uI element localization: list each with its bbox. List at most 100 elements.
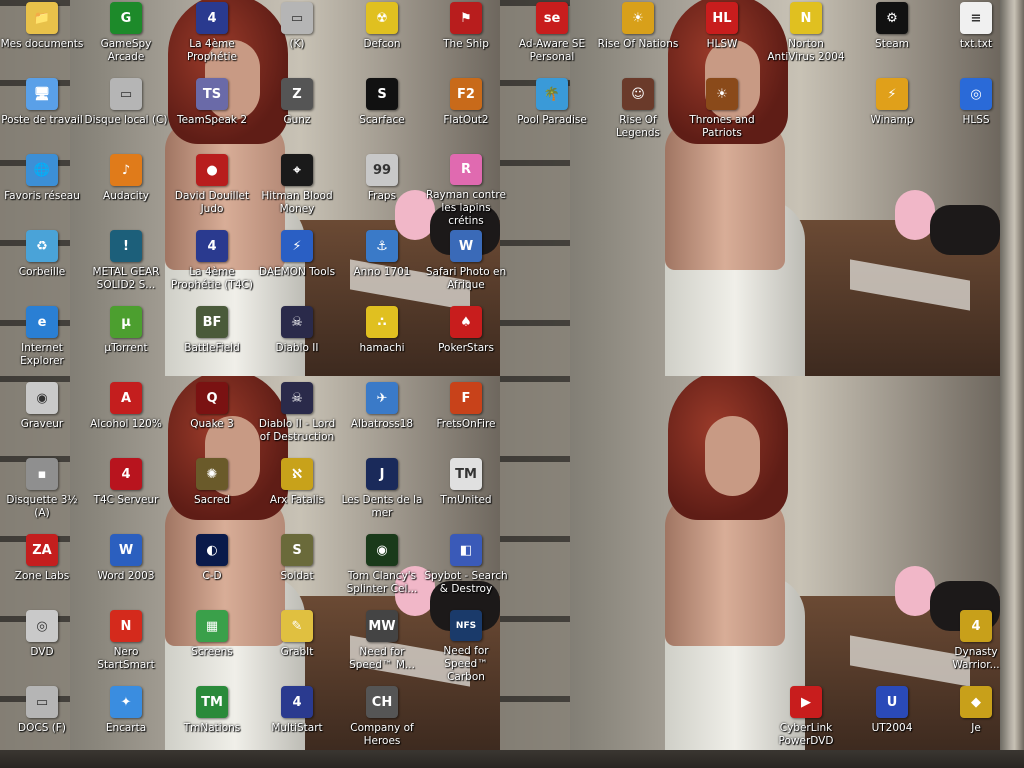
cd-game-icon: ◐: [196, 534, 228, 566]
desktop-shortcut[interactable]: S Soldat: [255, 532, 339, 608]
desktop-shortcut[interactable]: ▭ Disque local (C): [84, 76, 168, 152]
recycle-bin-icon: ♻: [26, 230, 58, 262]
network-icon: 🌐: [26, 154, 58, 186]
desktop-shortcut[interactable]: ⚡ DAEMON Tools: [255, 228, 339, 304]
desktop-shortcut[interactable]: W Word 2003: [84, 532, 168, 608]
desktop-shortcut[interactable]: 🖥 Poste de travail: [0, 76, 84, 152]
desktop-shortcut[interactable]: ✈ Albatross18: [340, 380, 424, 456]
desktop-shortcut[interactable]: ▶ CyberLink PowerDVD: [764, 684, 848, 760]
desktop-shortcut[interactable]: ✺ Sacred: [170, 456, 254, 532]
desktop-shortcut[interactable]: ☢ Defcon: [340, 0, 424, 76]
desktop-shortcut[interactable]: ◆ Je: [934, 684, 1018, 760]
desktop-shortcut[interactable]: ✦ Encarta: [84, 684, 168, 760]
desktop-shortcut[interactable]: e Internet Explorer: [0, 304, 84, 380]
desktop-shortcut[interactable]: ▭ DOCS (F): [0, 684, 84, 760]
desktop-shortcut[interactable]: µ µTorrent: [84, 304, 168, 380]
desktop-shortcut[interactable]: ▪ Disquette 3½ (A): [0, 456, 84, 532]
desktop-shortcut[interactable]: G GameSpy Arcade: [84, 0, 168, 76]
desktop-shortcut[interactable]: ⚡ Winamp: [850, 76, 934, 152]
desktop-shortcut[interactable]: ☺ Rise Of Legends: [596, 76, 680, 152]
desktop-shortcut[interactable]: ● David Douillet Judo: [170, 152, 254, 228]
desktop-shortcut[interactable]: ZA Zone Labs: [0, 532, 84, 608]
desktop-shortcut[interactable]: ☀ Thrones and Patriots: [680, 76, 764, 152]
desktop-shortcut[interactable]: ◎ HLSS: [934, 76, 1018, 152]
desktop-shortcut-label: FretsOnFire: [436, 418, 496, 430]
desktop-shortcut-label: Alcohol 120%: [90, 418, 162, 430]
desktop-shortcut[interactable]: 🌐 Favoris réseau: [0, 152, 84, 228]
desktop-shortcut-label: (K): [289, 38, 305, 50]
desktop-shortcut[interactable]: R Rayman contre les lapins crétins: [424, 152, 508, 228]
desktop-shortcut[interactable]: S Scarface: [340, 76, 424, 152]
desktop-shortcut[interactable]: ▦ Screens: [170, 608, 254, 684]
desktop-shortcut[interactable]: N Nero StartSmart: [84, 608, 168, 684]
desktop-shortcut[interactable]: J Les Dents de la mer: [340, 456, 424, 532]
desktop-shortcut[interactable]: 🌴 Pool Paradise: [510, 76, 594, 152]
drive-k-icon: ▭: [281, 2, 313, 34]
desktop-shortcut-label: GrabIt: [280, 646, 314, 658]
pokerstars-icon: ♠: [450, 306, 482, 338]
desktop-shortcut[interactable]: ◧ Spybot - Search & Destroy: [424, 532, 508, 608]
desktop-shortcut[interactable]: 📁 Mes documents: [0, 0, 84, 76]
desktop-shortcut[interactable]: ☀ Rise Of Nations: [596, 0, 680, 76]
desktop-shortcut[interactable]: MW Need for Speed™ M...: [340, 608, 424, 684]
desktop-shortcut[interactable]: CH Company of Heroes: [340, 684, 424, 760]
desktop-shortcut[interactable]: ∴ hamachi: [340, 304, 424, 380]
desktop-shortcut[interactable]: Q Quake 3: [170, 380, 254, 456]
desktop-shortcut[interactable]: 99 Fraps: [340, 152, 424, 228]
je-icon: ◆: [960, 686, 992, 718]
desktop-shortcut-label: Disque local (C): [84, 114, 168, 126]
desktop-shortcut[interactable]: ✎ GrabIt: [255, 608, 339, 684]
desktop-shortcut[interactable]: 4 MultiStart: [255, 684, 339, 760]
desktop-shortcut[interactable]: TM TmUnited: [424, 456, 508, 532]
norton-icon: N: [790, 2, 822, 34]
desktop-shortcut[interactable]: F2 FlatOut2: [424, 76, 508, 152]
desktop-shortcut[interactable]: BF BattleField: [170, 304, 254, 380]
desktop-shortcut-label: Zone Labs: [14, 570, 70, 582]
judo-icon: ●: [196, 154, 228, 186]
diablo-icon: ☠: [281, 306, 313, 338]
teamspeak-icon: TS: [196, 78, 228, 110]
desktop-shortcut[interactable]: U UT2004: [850, 684, 934, 760]
encarta-icon: ✦: [110, 686, 142, 718]
desktop-shortcut[interactable]: ⌖ Hitman Blood Money: [255, 152, 339, 228]
desktop-shortcut[interactable]: Z Gunz: [255, 76, 339, 152]
desktop-shortcut[interactable]: 4 La 4ème Prophétie: [170, 0, 254, 76]
desktop-shortcut[interactable]: ⚙ Steam: [850, 0, 934, 76]
desktop-shortcut[interactable]: ! METAL GEAR SOLID2 S...: [84, 228, 168, 304]
desktop-shortcut[interactable]: ◉ Tom Clancy's Splinter Cel...: [340, 532, 424, 608]
desktop-shortcut[interactable]: F FretsOnFire: [424, 380, 508, 456]
albatross-icon: ✈: [366, 382, 398, 414]
daemon-tools-icon: ⚡: [281, 230, 313, 262]
desktop-shortcut[interactable]: TM TmNations: [170, 684, 254, 760]
desktop-shortcut[interactable]: NFS Need for Speed™ Carbon: [424, 608, 508, 684]
desktop-shortcut[interactable]: ▭ (K): [255, 0, 339, 76]
desktop-shortcut[interactable]: ≡ txt.txt: [934, 0, 1018, 76]
desktop-shortcut[interactable]: W Safari Photo en Afrique: [424, 228, 508, 304]
desktop-shortcut[interactable]: HL HLSW: [680, 0, 764, 76]
desktop-shortcut[interactable]: ◉ Graveur: [0, 380, 84, 456]
desktop-shortcut[interactable]: se Ad-Aware SE Personal: [510, 0, 594, 76]
desktop-shortcut[interactable]: ♠ PokerStars: [424, 304, 508, 380]
desktop-shortcut[interactable]: ⚑ The Ship: [424, 0, 508, 76]
desktop-shortcut-label: Sacred: [193, 494, 231, 506]
desktop-shortcut[interactable]: ◎ DVD: [0, 608, 84, 684]
rayman-icon: R: [450, 154, 482, 185]
desktop-shortcut[interactable]: ♪ Audacity: [84, 152, 168, 228]
desktop-shortcut[interactable]: ℵ Arx Fatalis: [255, 456, 339, 532]
desktop-shortcut[interactable]: ☠ Diablo II - Lord of Destruction: [255, 380, 339, 456]
desktop-shortcut[interactable]: 4 Dynasty Warrior...: [934, 608, 1018, 684]
rise-of-legends-icon: ☺: [622, 78, 654, 110]
desktop-shortcut[interactable]: 4 T4C Serveur: [84, 456, 168, 532]
desktop-shortcut[interactable]: A Alcohol 120%: [84, 380, 168, 456]
battlefield-icon: BF: [196, 306, 228, 338]
desktop-shortcut[interactable]: ☠ Diablo II: [255, 304, 339, 380]
desktop-shortcut[interactable]: N Norton AntiVirus 2004: [764, 0, 848, 76]
desktop-shortcut-label: The Ship: [443, 38, 489, 50]
desktop-shortcut-label: DOCS (F): [18, 722, 66, 734]
desktop-shortcut[interactable]: TS TeamSpeak 2: [170, 76, 254, 152]
desktop-shortcut[interactable]: ◐ C-D: [170, 532, 254, 608]
desktop-shortcut[interactable]: ⚓ Anno 1701: [340, 228, 424, 304]
desktop-shortcut[interactable]: ♻ Corbeille: [0, 228, 84, 304]
desktop-shortcut-label: Need for Speed™ M...: [349, 646, 415, 671]
desktop-shortcut[interactable]: 4 La 4ème Prophétie (T4C): [170, 228, 254, 304]
